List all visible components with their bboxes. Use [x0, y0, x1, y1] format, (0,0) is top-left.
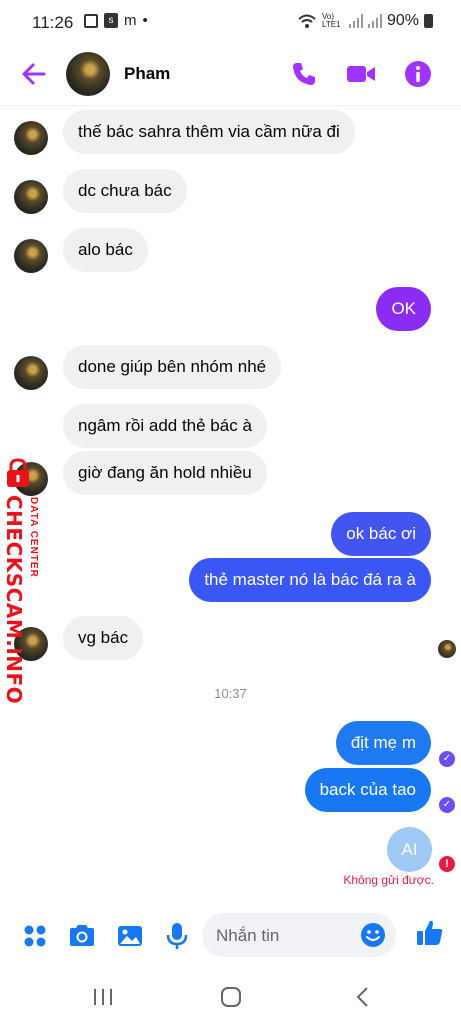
checkscam-watermark: CHECKSCAM.INFO DATA CENTER [2, 455, 48, 704]
recent-apps-icon[interactable] [90, 984, 116, 1010]
battery-percent: 90% [386, 12, 419, 29]
battery-icon [424, 14, 433, 28]
message-incoming[interactable]: vg bác [63, 616, 144, 660]
message-outgoing[interactable]: OK [376, 287, 431, 331]
phone-call-icon[interactable] [289, 59, 319, 89]
thumbs-up-icon[interactable] [415, 918, 445, 948]
home-icon[interactable] [218, 984, 244, 1010]
back-arrow-icon[interactable] [20, 60, 48, 88]
camera-icon[interactable] [67, 921, 97, 951]
status-bar: 11:26 s m • Vo) LTE1 90% [0, 0, 461, 44]
message-incoming[interactable]: giờ đang ăn hold nhiều [63, 451, 267, 495]
chat-header: Pham [0, 44, 461, 106]
emoji-icon[interactable] [360, 922, 386, 948]
notification-icons: s m • [84, 12, 148, 29]
video-call-icon[interactable] [346, 59, 376, 89]
time-separator: 10:37 [214, 686, 247, 701]
shop-icon: s [104, 13, 118, 28]
message-outgoing[interactable]: địt mẹ m [335, 721, 431, 765]
contact-avatar[interactable] [66, 52, 110, 96]
signal-icon [348, 14, 363, 28]
watermark-sub: DATA CENTER [28, 497, 39, 578]
gallery-icon[interactable] [115, 921, 145, 951]
sender-avatar [14, 356, 48, 390]
seen-avatar [438, 640, 456, 658]
sender-avatar [14, 180, 48, 214]
status-right: Vo) LTE1 90% [297, 12, 433, 30]
send-failed-label[interactable]: Không gửi được. [343, 873, 434, 887]
delivered-check-icon: ✓ [439, 751, 455, 767]
notif-dot: • [142, 12, 148, 29]
back-nav-icon[interactable] [350, 984, 376, 1010]
sender-avatar [14, 239, 48, 273]
message-outgoing[interactable]: back của tao [304, 768, 431, 812]
message-outgoing[interactable]: thẻ master nó là bác đá ra à [189, 558, 431, 602]
network-label: Vo) LTE1 [321, 12, 341, 29]
system-nav-bar [0, 970, 461, 1024]
message-incoming[interactable]: alo bác [63, 228, 148, 272]
contact-name[interactable]: Pham [124, 64, 170, 84]
apps-icon[interactable] [20, 921, 50, 951]
wifi-icon [298, 14, 316, 28]
watermark-brand: CHECKSCAM.INFO [2, 495, 26, 705]
sender-avatar [14, 121, 48, 155]
message-incoming[interactable]: dc chưa bác [63, 169, 187, 213]
message-incoming[interactable]: ngâm rồi add thẻ bác à [63, 404, 267, 448]
info-icon[interactable] [403, 59, 433, 89]
message-input[interactable]: Nhắn tin [202, 913, 396, 957]
message-outgoing[interactable]: ok bác ơi [331, 512, 431, 556]
composer-bar: Nhắn tin [0, 908, 461, 966]
microphone-icon[interactable] [162, 921, 192, 951]
delivered-check-icon: ✓ [439, 797, 455, 813]
message-outgoing-failed[interactable]: AI [387, 827, 432, 872]
gallery-icon [84, 13, 98, 28]
error-icon[interactable]: ! [439, 856, 455, 872]
notif-m: m [124, 12, 137, 29]
signal-icon-2 [367, 14, 382, 28]
message-incoming[interactable]: thế bác sahra thêm via cầm nữa đi [63, 110, 355, 154]
message-incoming[interactable]: done giúp bên nhóm nhé [63, 345, 282, 389]
lock-icon [7, 458, 29, 487]
message-input-placeholder: Nhắn tin [216, 926, 280, 945]
status-time: 11:26 [32, 13, 74, 32]
